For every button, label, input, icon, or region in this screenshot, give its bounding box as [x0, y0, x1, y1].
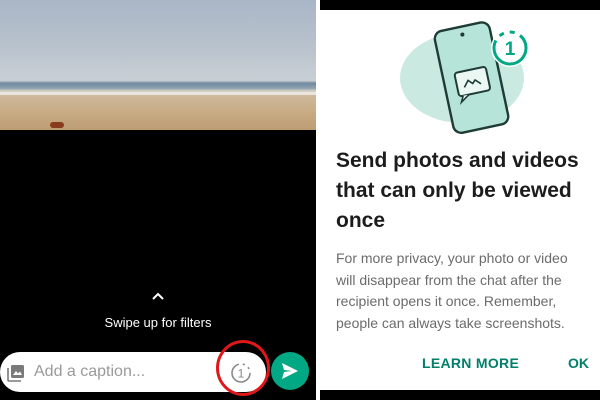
bottom-edge [320, 390, 600, 400]
body-line: will disappear from the chat after the [336, 271, 562, 288]
once-badge-number: 1 [505, 39, 516, 60]
gallery-icon[interactable] [7, 364, 25, 382]
body-line: For more privacy, your photo or video [336, 250, 568, 266]
swipe-hint-text: Swipe up for filters [104, 315, 212, 330]
view-once-dialog: 1 Send photos and videos that can only b… [320, 0, 600, 400]
dialog-title: Send photos and videos that can only be … [336, 149, 579, 232]
send-icon [282, 363, 298, 379]
top-edge [320, 0, 600, 10]
dog-on-beach [50, 122, 64, 128]
wave-foam [0, 92, 316, 95]
ok-button[interactable]: OK [568, 355, 589, 371]
body-line: recipient opens it once. Remember, [336, 293, 557, 309]
body-line: people can always take screenshots. [336, 314, 565, 331]
phone-illustration: 1 [400, 21, 529, 135]
highlight-ring [216, 340, 270, 396]
send-button[interactable] [271, 352, 309, 390]
chevron-up-icon [0, 288, 316, 302]
learn-more-button[interactable]: LEARN MORE [422, 355, 519, 371]
media-editor: Swipe up for filters 1 [0, 0, 316, 400]
swipe-hint[interactable]: Swipe up for filters [0, 288, 316, 332]
dialog-body: For more privacy, your photo or video wi… [336, 248, 598, 334]
photo-preview [0, 0, 316, 130]
caption-input[interactable] [34, 360, 204, 384]
